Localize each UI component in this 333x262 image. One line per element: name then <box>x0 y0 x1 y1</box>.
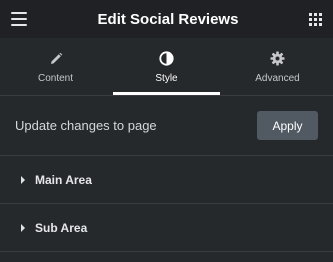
section-sub-area-label: Sub Area <box>35 220 88 235</box>
gear-icon <box>270 50 285 68</box>
update-changes-row: Update changes to page Apply <box>0 96 333 156</box>
panel-title: Edit Social Reviews <box>97 10 239 28</box>
panel-header: Edit Social Reviews <box>0 0 333 38</box>
update-changes-text: Update changes to page <box>15 118 157 133</box>
apply-button[interactable]: Apply <box>257 111 318 140</box>
tab-content[interactable]: Content <box>0 38 111 95</box>
section-main-area-label: Main Area <box>35 172 92 187</box>
tab-style-label: Style <box>155 72 178 84</box>
tab-bar: Content Style Advanced <box>0 38 333 96</box>
tab-content-label: Content <box>37 72 74 84</box>
hamburger-menu-icon[interactable] <box>11 12 27 26</box>
half-circle-contrast-icon <box>159 50 174 68</box>
tab-style[interactable]: Style <box>111 38 222 95</box>
section-main-area[interactable]: Main Area <box>0 156 333 204</box>
pencil-icon <box>49 50 63 68</box>
caret-right-icon <box>21 175 25 184</box>
section-sub-area[interactable]: Sub Area <box>0 204 333 252</box>
grid-apps-icon[interactable] <box>308 12 322 26</box>
tab-advanced[interactable]: Advanced <box>222 38 333 95</box>
caret-right-icon <box>21 223 25 232</box>
tab-advanced-label: Advanced <box>255 72 300 84</box>
